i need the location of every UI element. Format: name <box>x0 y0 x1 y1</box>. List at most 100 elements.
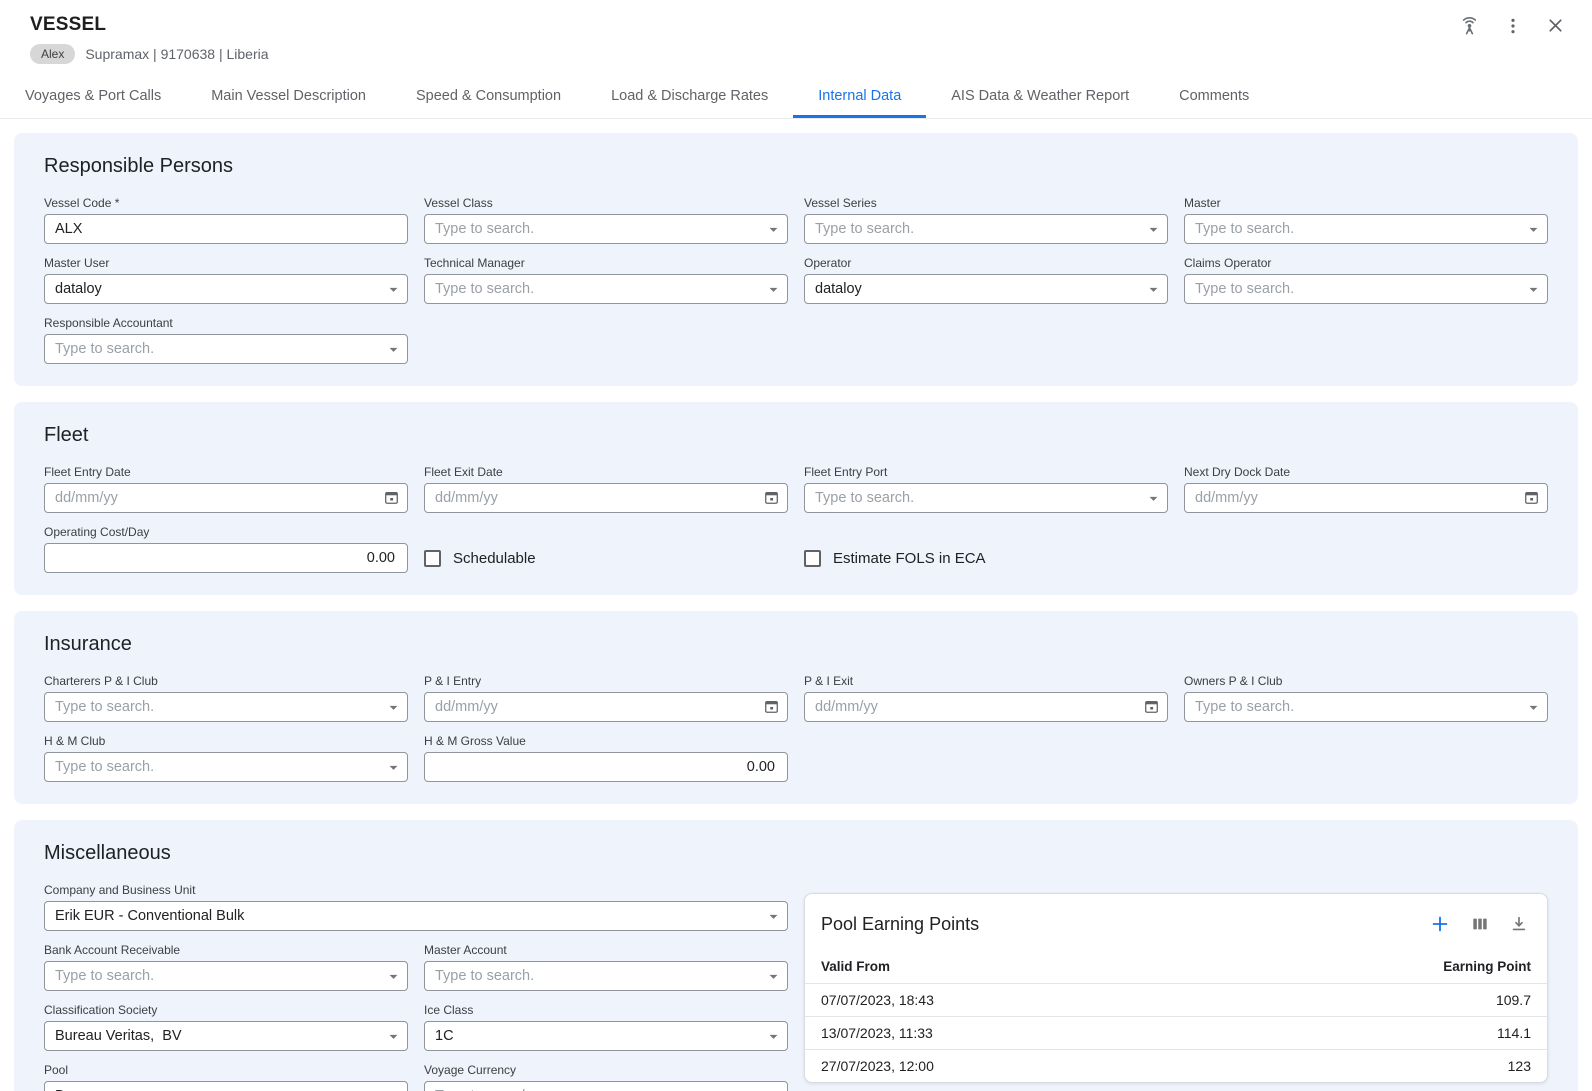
tab-voyages-port-calls[interactable]: Voyages & Port Calls <box>0 76 186 118</box>
fleet-entry-port-input[interactable] <box>804 483 1168 513</box>
chevron-down-icon[interactable] <box>1144 489 1163 513</box>
chevron-down-icon[interactable] <box>384 280 403 304</box>
pi-entry-input[interactable] <box>424 692 788 722</box>
master-account-input[interactable] <box>424 961 788 991</box>
hm-club-input[interactable] <box>44 752 408 782</box>
tab-bar: Voyages & Port Calls Main Vessel Descrip… <box>0 76 1592 119</box>
tab-main-vessel-description[interactable]: Main Vessel Description <box>186 76 391 118</box>
fleet-entry-date-input[interactable] <box>44 483 408 513</box>
chevron-down-icon[interactable] <box>764 1087 783 1091</box>
owners-pi-club-field: Owners P & I Club <box>1184 674 1548 722</box>
table-row[interactable]: 07/07/2023, 18:43 109.7 <box>805 983 1547 1016</box>
table-row[interactable]: 27/07/2023, 12:00 123 <box>805 1049 1547 1082</box>
operator-input[interactable] <box>804 274 1168 304</box>
chevron-down-icon[interactable] <box>764 280 783 304</box>
master-account-field: Master Account <box>424 943 788 991</box>
chevron-down-icon[interactable] <box>1524 220 1543 244</box>
master-input[interactable] <box>1184 214 1548 244</box>
technical-manager-input[interactable] <box>424 274 788 304</box>
master-user-input[interactable] <box>44 274 408 304</box>
fleet-exit-date-field: Fleet Exit Date <box>424 465 788 513</box>
chevron-down-icon[interactable] <box>764 220 783 244</box>
chevron-down-icon[interactable] <box>1144 280 1163 304</box>
section-insurance: Insurance Charterers P & I Club P & I En… <box>14 611 1578 804</box>
calendar-icon[interactable] <box>1522 488 1541 507</box>
estimate-fols-checkbox[interactable] <box>804 550 821 567</box>
bank-account-receivable-input[interactable] <box>44 961 408 991</box>
chevron-down-icon[interactable] <box>764 1027 783 1051</box>
fleet-exit-date-input[interactable] <box>424 483 788 513</box>
calendar-icon[interactable] <box>382 488 401 507</box>
voyage-currency-input[interactable] <box>424 1081 788 1091</box>
fleet-entry-date-field: Fleet Entry Date <box>44 465 408 513</box>
pool-earning-points-title: Pool Earning Points <box>821 914 979 935</box>
earning-point-cell: 114.1 <box>1497 1025 1531 1041</box>
columns-icon[interactable] <box>1470 914 1490 934</box>
calendar-icon[interactable] <box>1142 697 1161 716</box>
responsible-accountant-field: Responsible Accountant <box>44 316 408 364</box>
calendar-icon[interactable] <box>762 697 781 716</box>
claims-operator-input[interactable] <box>1184 274 1548 304</box>
pool-earning-points-table: Valid From Earning Point 07/07/2023, 18:… <box>805 945 1547 1082</box>
master-user-field: Master User <box>44 256 408 304</box>
next-dry-dock-date-field: Next Dry Dock Date <box>1184 465 1548 513</box>
section-title: Fleet <box>44 424 1562 447</box>
chevron-down-icon[interactable] <box>384 967 403 991</box>
hm-gross-value-input[interactable] <box>424 752 788 782</box>
charterers-pi-club-input[interactable] <box>44 692 408 722</box>
vessel-class-input[interactable] <box>424 214 788 244</box>
window-header: VESSEL Alex Supramax | 9170638 | Liberia <box>0 0 1592 64</box>
kebab-menu-icon[interactable] <box>1503 16 1523 36</box>
pool-input[interactable] <box>44 1081 408 1091</box>
chevron-down-icon[interactable] <box>1524 698 1543 722</box>
valid-from-cell: 27/07/2023, 12:00 <box>821 1058 934 1074</box>
bank-account-receivable-field: Bank Account Receivable <box>44 943 408 991</box>
classification-society-input[interactable] <box>44 1021 408 1051</box>
responsible-accountant-input[interactable] <box>44 334 408 364</box>
earning-point-cell: 123 <box>1508 1058 1531 1074</box>
vessel-code-input[interactable] <box>44 214 408 244</box>
chevron-down-icon[interactable] <box>1524 280 1543 304</box>
operating-cost-day-field: Operating Cost/Day <box>44 525 408 573</box>
tab-load-discharge-rates[interactable]: Load & Discharge Rates <box>586 76 793 118</box>
valid-from-cell: 13/07/2023, 11:33 <box>821 1025 933 1041</box>
pool-field: Pool <box>44 1063 408 1091</box>
next-dry-dock-date-input[interactable] <box>1184 483 1548 513</box>
operator-field: Operator <box>804 256 1168 304</box>
chevron-down-icon[interactable] <box>384 340 403 364</box>
chevron-down-icon[interactable] <box>1144 220 1163 244</box>
chevron-down-icon[interactable] <box>764 907 783 931</box>
owners-pi-club-input[interactable] <box>1184 692 1548 722</box>
calendar-icon[interactable] <box>762 488 781 507</box>
company-business-unit-input[interactable] <box>44 901 788 931</box>
pi-exit-input[interactable] <box>804 692 1168 722</box>
tab-speed-consumption[interactable]: Speed & Consumption <box>391 76 586 118</box>
add-icon[interactable] <box>1429 913 1451 935</box>
table-row[interactable]: 13/07/2023, 11:33 114.1 <box>805 1016 1547 1049</box>
technical-manager-field: Technical Manager <box>424 256 788 304</box>
pi-entry-field: P & I Entry <box>424 674 788 722</box>
chevron-down-icon[interactable] <box>384 1027 403 1051</box>
vessel-series-input[interactable] <box>804 214 1168 244</box>
tab-ais-data-weather-report[interactable]: AIS Data & Weather Report <box>926 76 1154 118</box>
section-fleet: Fleet Fleet Entry Date Fleet Exit Date F… <box>14 402 1578 595</box>
valid-from-cell: 07/07/2023, 18:43 <box>821 992 934 1008</box>
voyage-currency-field: Voyage Currency <box>424 1063 788 1091</box>
operating-cost-day-input[interactable] <box>44 543 408 573</box>
vessel-subtitle: Supramax | 9170638 | Liberia <box>85 46 268 62</box>
close-icon[interactable] <box>1545 15 1566 36</box>
schedulable-checkbox[interactable] <box>424 550 441 567</box>
chevron-down-icon[interactable] <box>384 698 403 722</box>
download-icon[interactable] <box>1509 914 1529 934</box>
vessel-code-field: Vessel Code * <box>44 196 408 244</box>
tab-internal-data[interactable]: Internal Data <box>793 76 926 118</box>
ice-class-input[interactable] <box>424 1021 788 1051</box>
tab-comments[interactable]: Comments <box>1154 76 1274 118</box>
chevron-down-icon[interactable] <box>384 1087 403 1091</box>
classification-society-field: Classification Society <box>44 1003 408 1051</box>
section-title: Insurance <box>44 633 1562 656</box>
chevron-down-icon[interactable] <box>764 967 783 991</box>
chevron-down-icon[interactable] <box>384 758 403 782</box>
vessel-class-field: Vessel Class <box>424 196 788 244</box>
antenna-icon[interactable] <box>1458 14 1481 37</box>
